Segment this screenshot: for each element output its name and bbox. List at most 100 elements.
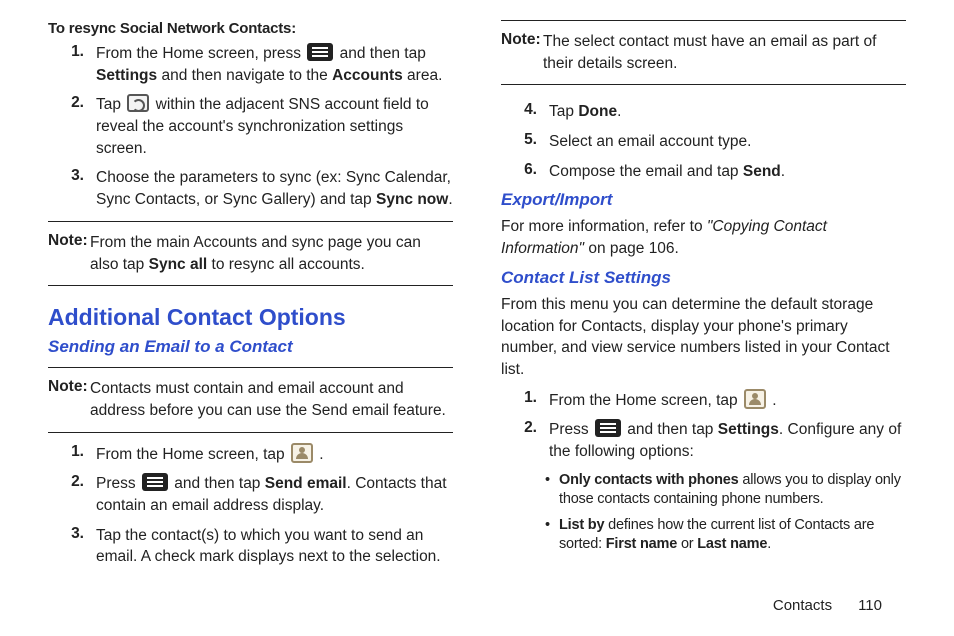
- contacts-icon: [291, 443, 313, 463]
- resync-heading: To resync Social Network Contacts:: [48, 20, 453, 37]
- bold-text: Send: [743, 163, 781, 180]
- note-block: Note: From the main Accounts and sync pa…: [48, 232, 453, 275]
- step-item: 1. From the Home screen, press and then …: [48, 43, 453, 86]
- text: From the Home screen, tap: [96, 446, 289, 463]
- text: From the Home screen, tap: [549, 392, 742, 409]
- step-item: 5. Select an email account type.: [501, 131, 906, 153]
- bullet-text: Only contacts with phones allows you to …: [559, 471, 906, 510]
- step-text: Tap the contact(s) to which you want to …: [96, 525, 453, 568]
- note-text: From the main Accounts and sync page you…: [90, 232, 453, 275]
- step-number: 3.: [48, 167, 96, 210]
- text: and then tap: [340, 45, 426, 62]
- note-block: Note: Contacts must contain and email ac…: [48, 378, 453, 421]
- divider: [48, 285, 453, 286]
- text: Tap: [96, 96, 125, 113]
- step-item: 3. Choose the parameters to sync (ex: Sy…: [48, 167, 453, 210]
- heading-sending-email: Sending an Email to a Contact: [48, 337, 453, 357]
- bullet-marker: •: [545, 516, 559, 555]
- bullet-marker: •: [545, 471, 559, 510]
- bold-text: Settings: [96, 67, 157, 84]
- note-block: Note: The select contact must have an em…: [501, 31, 906, 74]
- text: on page 106.: [584, 240, 679, 257]
- text: and then tap: [623, 421, 718, 438]
- step-number: 1.: [48, 43, 96, 86]
- text: .: [767, 536, 771, 552]
- heading-export-import: Export/Import: [501, 190, 906, 210]
- step-number: 1.: [48, 443, 96, 466]
- step-item: 2. Tap within the adjacent SNS account f…: [48, 94, 453, 159]
- bullet-item: • Only contacts with phones allows you t…: [545, 471, 906, 510]
- step-text: Select an email account type.: [549, 131, 906, 153]
- step-number: 4.: [501, 101, 549, 123]
- text: .: [315, 446, 324, 463]
- text: .: [781, 163, 785, 180]
- text: .: [768, 392, 777, 409]
- bold-text: Settings: [718, 421, 779, 438]
- text: or: [677, 536, 697, 552]
- bold-text: Only contacts with phones: [559, 472, 739, 488]
- left-column: To resync Social Network Contacts: 1. Fr…: [48, 20, 453, 576]
- step-text: Compose the email and tap Send.: [549, 161, 906, 183]
- step-text: From the Home screen, tap .: [96, 443, 453, 466]
- text: to resync all accounts.: [207, 256, 365, 273]
- text: and then tap: [170, 475, 265, 492]
- step-number: 2.: [48, 94, 96, 159]
- bold-text: Last name: [697, 536, 767, 552]
- step-text: Press and then tap Send email. Contacts …: [96, 473, 453, 516]
- step-text: Tap within the adjacent SNS account fiel…: [96, 94, 453, 159]
- step-text: From the Home screen, tap .: [549, 389, 906, 412]
- divider: [48, 432, 453, 433]
- contacts-icon: [744, 389, 766, 409]
- right-column: Note: The select contact must have an em…: [501, 20, 906, 576]
- menu-icon: [595, 419, 621, 437]
- step-text: Press and then tap Settings. Configure a…: [549, 419, 906, 462]
- divider: [48, 367, 453, 368]
- heading-contact-list-settings: Contact List Settings: [501, 268, 906, 288]
- divider: [501, 20, 906, 21]
- bold-text: First name: [606, 536, 677, 552]
- step-item: 2. Press and then tap Send email. Contac…: [48, 473, 453, 516]
- text: and then navigate to the: [157, 67, 332, 84]
- bullet-item: • List by defines how the current list o…: [545, 516, 906, 555]
- step-item: 4. Tap Done.: [501, 101, 906, 123]
- text: area.: [403, 67, 443, 84]
- bold-text: Done: [578, 103, 617, 120]
- step-number: 1.: [501, 389, 549, 412]
- note-label: Note:: [48, 232, 90, 275]
- sync-icon: [127, 94, 149, 112]
- text: .: [617, 103, 621, 120]
- note-text: Contacts must contain and email account …: [90, 378, 453, 421]
- bold-text: Accounts: [332, 67, 403, 84]
- step-item: 3. Tap the contact(s) to which you want …: [48, 525, 453, 568]
- note-label: Note:: [48, 378, 90, 421]
- step-item: 2. Press and then tap Settings. Configur…: [501, 419, 906, 462]
- text: Press: [549, 421, 593, 438]
- text: Compose the email and tap: [549, 163, 743, 180]
- bold-text: List by: [559, 517, 604, 533]
- step-text: Choose the parameters to sync (ex: Sync …: [96, 167, 453, 210]
- step-item: 6. Compose the email and tap Send.: [501, 161, 906, 183]
- bold-text: Sync all: [149, 256, 208, 273]
- step-number: 3.: [48, 525, 96, 568]
- bold-text: Sync now: [376, 191, 448, 208]
- paragraph: For more information, refer to "Copying …: [501, 216, 906, 259]
- heading-additional-contact-options: Additional Contact Options: [48, 304, 453, 331]
- bullet-text: List by defines how the current list of …: [559, 516, 906, 555]
- step-text: Tap Done.: [549, 101, 906, 123]
- step-item: 1. From the Home screen, tap .: [48, 443, 453, 466]
- page-footer: Contacts 110: [773, 597, 882, 614]
- divider: [501, 84, 906, 85]
- note-text: The select contact must have an email as…: [543, 31, 906, 74]
- text: From the Home screen, press: [96, 45, 301, 62]
- text: For more information, refer to: [501, 218, 707, 235]
- text: .: [448, 191, 452, 208]
- step-number: 2.: [48, 473, 96, 516]
- footer-section: Contacts: [773, 597, 832, 614]
- page-number: 110: [858, 597, 882, 614]
- divider: [48, 221, 453, 222]
- two-column-layout: To resync Social Network Contacts: 1. Fr…: [48, 20, 906, 576]
- step-text: From the Home screen, press and then tap…: [96, 43, 453, 86]
- text: Tap: [549, 103, 578, 120]
- step-number: 2.: [501, 419, 549, 462]
- paragraph: From this menu you can determine the def…: [501, 294, 906, 381]
